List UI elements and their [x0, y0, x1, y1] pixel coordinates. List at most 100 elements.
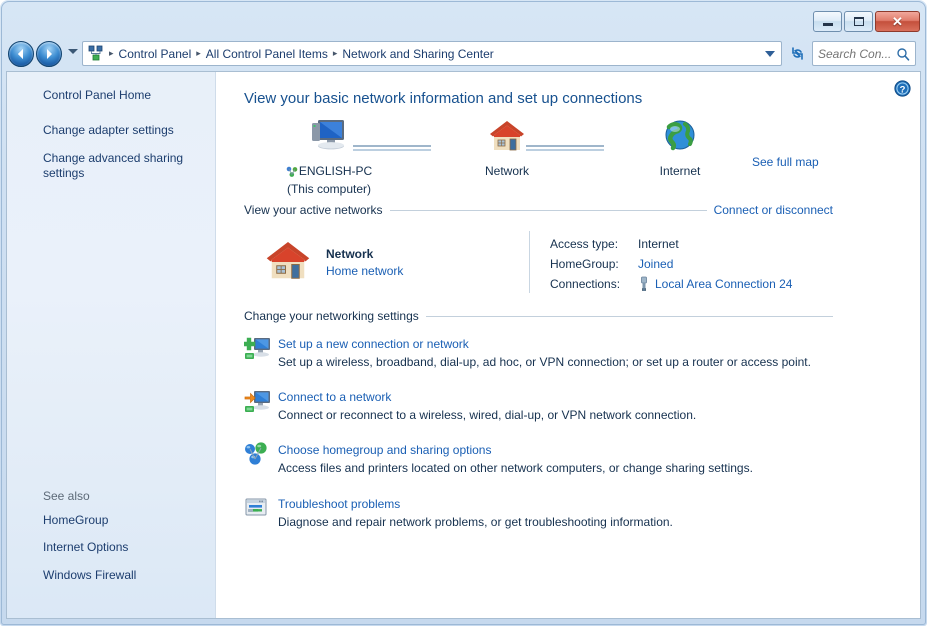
detail-row-access-type: Access type: Internet: [550, 234, 792, 254]
section-divider: [425, 315, 833, 317]
breadcrumb-separator-2[interactable]: ▸: [331, 48, 340, 59]
address-bar[interactable]: ▸ Control Panel ▸ All Control Panel Item…: [82, 41, 782, 66]
window-frame: ✕ ▸ Control Panel ▸ All Control Panel It…: [0, 0, 927, 626]
main-pane: ? View your basic network information an…: [217, 72, 920, 618]
see-full-map-link[interactable]: See full map: [752, 155, 819, 169]
networking-settings-header: Change your networking settings: [244, 309, 833, 323]
sidebar-item-homegroup[interactable]: HomeGroup: [43, 513, 213, 529]
list-item-text: Connect to a network Connect or reconnec…: [278, 388, 696, 423]
breadcrumb-item-network-and-sharing-center[interactable]: Network and Sharing Center: [339, 45, 496, 63]
maximize-icon: [853, 17, 864, 26]
refresh-button[interactable]: [786, 42, 809, 65]
list-item-text: Troubleshoot problems Diagnose and repai…: [278, 495, 673, 530]
computer-icon: [312, 120, 344, 150]
network-cable-icon: [641, 276, 647, 291]
access-type-value: Internet: [638, 237, 679, 251]
forward-button[interactable]: [36, 41, 62, 67]
list-item[interactable]: Connect to a network Connect or reconnec…: [244, 388, 920, 423]
detail-row-homegroup: HomeGroup: Joined: [550, 254, 792, 274]
help-button[interactable]: ?: [894, 80, 911, 102]
computer-node-label: ENGLISH-PC: [298, 164, 373, 178]
house-icon: [266, 242, 310, 279]
content-area: Control Panel Home Change adapter settin…: [6, 71, 921, 619]
address-history-dropdown-icon[interactable]: [765, 50, 775, 57]
choose-homegroup-link[interactable]: Choose homegroup and sharing options: [278, 443, 491, 457]
svg-text:?: ?: [900, 84, 906, 95]
homegroup-label: HomeGroup:: [550, 257, 619, 271]
breadcrumb-item-control-panel[interactable]: Control Panel: [116, 45, 195, 63]
connect-or-disconnect-link[interactable]: Connect or disconnect: [714, 203, 833, 217]
list-item-text: Choose homegroup and sharing options Acc…: [278, 441, 753, 476]
help-icon: ?: [894, 80, 911, 97]
active-network-row: Network Home network Access type: Intern…: [244, 229, 920, 295]
homegroup-value-link[interactable]: Joined: [638, 254, 673, 274]
breadcrumb-separator-1[interactable]: ▸: [194, 48, 203, 59]
navigation-buttons: [8, 41, 62, 67]
troubleshoot-problems-link[interactable]: Troubleshoot problems: [278, 497, 400, 511]
see-also-label: See also: [43, 488, 90, 503]
search-box[interactable]: [812, 41, 916, 66]
globe-icon: [665, 120, 695, 151]
map-link-pc-to-network: [353, 145, 431, 151]
access-type-label: Access type:: [550, 237, 619, 251]
active-networks-title: View your active networks: [244, 203, 383, 217]
address-toolbar: ▸ Control Panel ▸ All Control Panel Item…: [0, 38, 927, 71]
close-button[interactable]: ✕: [875, 11, 920, 32]
list-item[interactable]: Troubleshoot problems Diagnose and repai…: [244, 495, 920, 530]
computer-node-label-row: ENGLISH-PC: [286, 164, 372, 180]
add-connection-icon: [242, 335, 278, 370]
list-item[interactable]: Choose homegroup and sharing options Acc…: [244, 441, 920, 476]
maximize-button[interactable]: [844, 11, 873, 32]
minimize-icon: [822, 23, 833, 26]
control-panel-icon: [87, 45, 105, 62]
search-icon: [897, 47, 910, 61]
minimize-button[interactable]: [813, 11, 842, 32]
search-input[interactable]: [818, 46, 896, 61]
connect-network-icon: [244, 388, 278, 423]
connect-to-network-desc: Connect or reconnect to a wireless, wire…: [278, 408, 697, 423]
set-up-new-connection-desc: Set up a wireless, broadband, dial-up, a…: [278, 355, 811, 369]
troubleshoot-problems-desc: Diagnose and repair network problems, or…: [278, 514, 673, 529]
refresh-icon: [792, 47, 803, 60]
breadcrumb-separator-0[interactable]: ▸: [107, 48, 116, 59]
active-network-details: Access type: Internet HomeGroup: Joined …: [530, 229, 792, 295]
choose-homegroup-desc: Access files and printers located on oth…: [278, 461, 753, 476]
connect-to-network-link[interactable]: Connect to a network: [278, 390, 391, 404]
see-also-section: See also HomeGroup Internet Options Wind…: [43, 489, 213, 596]
active-network-type-link[interactable]: Home network: [326, 264, 403, 278]
sidebar-item-change-advanced-sharing-settings[interactable]: Change advanced sharing settings: [43, 151, 205, 183]
map-link-network-to-internet: [526, 145, 604, 151]
sidebar-item-control-panel-home[interactable]: Control Panel Home: [43, 88, 205, 104]
networking-settings-title: Change your networking settings: [244, 309, 419, 323]
active-networks-header: View your active networks Connect or dis…: [244, 203, 833, 217]
homegroup-icon: [244, 441, 278, 476]
breadcrumb-item-all-control-panel-items[interactable]: All Control Panel Items: [203, 45, 331, 63]
active-network-name: Network: [326, 246, 374, 261]
back-button[interactable]: [8, 41, 34, 67]
section-divider: [389, 209, 707, 211]
list-item[interactable]: Set up a new connection or network Set u…: [242, 335, 920, 370]
connections-value-link[interactable]: Local Area Connection 24: [655, 274, 792, 294]
network-node-label: Network: [484, 164, 529, 178]
detail-row-connections: Connections: Local Area Connection 24: [550, 274, 792, 294]
active-network-text: Network Home network: [326, 247, 403, 278]
set-up-new-connection-link[interactable]: Set up a new connection or network: [278, 337, 469, 351]
back-arrow-icon: [18, 49, 23, 59]
internet-node-label: Internet: [659, 164, 701, 178]
computer-node-sublabel: (This computer): [286, 182, 372, 196]
page-title: View your basic network information and …: [244, 90, 643, 107]
map-node-computer[interactable]: ENGLISH-PC (This computer): [264, 117, 394, 198]
sidebar-item-change-adapter-settings[interactable]: Change adapter settings: [43, 123, 205, 139]
active-network-identity[interactable]: Network Home network: [244, 229, 529, 295]
sidebar-item-internet-options[interactable]: Internet Options: [43, 540, 213, 556]
settings-action-list: Set up a new connection or network Set u…: [242, 335, 920, 530]
close-icon: ✕: [892, 14, 903, 29]
title-bar: ✕: [0, 0, 927, 38]
house-icon: [490, 121, 524, 151]
forward-arrow-icon: [47, 49, 52, 59]
list-item-text: Set up a new connection or network Set u…: [278, 335, 811, 370]
recent-pages-dropdown[interactable]: [68, 49, 78, 54]
sidebar-item-windows-firewall[interactable]: Windows Firewall: [43, 568, 213, 584]
window-controls: ✕: [813, 11, 920, 32]
map-node-internet[interactable]: Internet: [615, 117, 745, 180]
